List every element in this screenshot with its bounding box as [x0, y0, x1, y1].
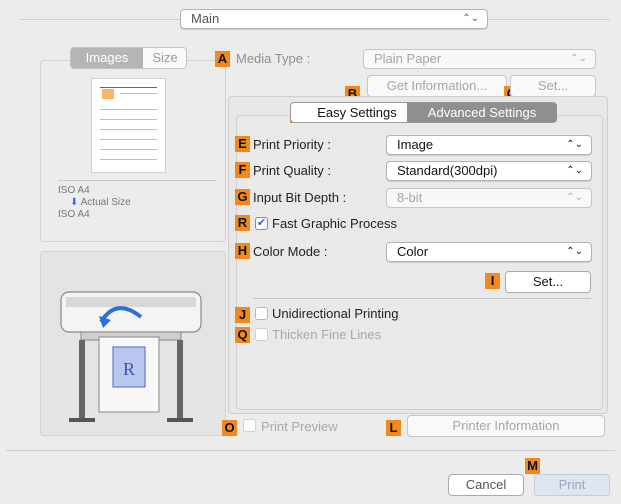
print-preview-checkbox[interactable]: [243, 419, 256, 432]
badge-j: J: [235, 307, 250, 323]
badge-o: O: [222, 420, 237, 436]
page-thumbnail: [91, 78, 166, 173]
get-information-label: Get Information...: [386, 78, 488, 93]
thumbnail-line: [100, 119, 157, 120]
media-type-value: Plain Paper: [374, 51, 442, 66]
print-label: Print: [558, 477, 586, 492]
color-mode-value: Color: [397, 244, 429, 259]
thumbnail-line: [100, 139, 157, 140]
print-priority-select[interactable]: Image ⌃⌄: [386, 135, 592, 155]
cancel-label: Cancel: [465, 477, 507, 492]
thumbnail-line: [100, 129, 157, 130]
printer-information-button[interactable]: Printer Information: [407, 415, 605, 437]
select-arrows-icon: ⌃⌄: [566, 192, 583, 203]
thumbnail-line: [100, 159, 157, 160]
input-bit-depth-select[interactable]: 8-bit ⌃⌄: [386, 188, 592, 208]
fast-graphic-checkbox[interactable]: ✔: [255, 217, 268, 230]
color-mode-label: Color Mode :: [253, 244, 328, 259]
thumbnail-line: [100, 109, 157, 110]
thumbnail-image-icon: [102, 89, 114, 99]
print-priority-value: Image: [397, 137, 434, 152]
unidirectional-checkbox[interactable]: [255, 307, 268, 320]
badge-i: I: [485, 273, 500, 289]
print-quality-select[interactable]: Standard(300dpi) ⌃⌄: [386, 161, 592, 181]
print-quality-value: Standard(300dpi): [397, 163, 498, 178]
preview-divider: [58, 180, 216, 181]
size-from-label: ISO A4: [58, 185, 90, 196]
badge-m: M: [525, 458, 540, 474]
print-quality-label: Print Quality :: [253, 163, 332, 178]
print-priority-label: Print Priority :: [253, 137, 332, 152]
media-set-label: Set...: [537, 78, 569, 93]
actual-size-row: ⬇ Actual Size: [70, 197, 131, 208]
print-preview-label: Print Preview: [261, 419, 338, 434]
select-arrows-icon: ⌃⌄: [462, 13, 479, 24]
media-type-select[interactable]: Plain Paper ⌃⌄: [363, 49, 596, 69]
arrow-down-icon: ⬇: [70, 197, 79, 208]
media-type-label: Media Type :: [236, 51, 311, 66]
cancel-button[interactable]: Cancel: [448, 474, 524, 496]
input-bit-depth-value: 8-bit: [397, 190, 423, 205]
unidirectional-label: Unidirectional Printing: [272, 306, 399, 321]
badge-h: H: [235, 243, 250, 259]
tab-advanced-settings[interactable]: Advanced Settings: [407, 103, 557, 122]
tab-easy-settings[interactable]: Easy Settings: [307, 103, 407, 122]
tab-advanced-label: Advanced Settings: [427, 105, 537, 120]
tab-easy-label: Easy Settings: [317, 105, 397, 120]
get-information-button[interactable]: Get Information...: [367, 75, 507, 97]
badge-r: R: [235, 215, 250, 231]
thumbnail-line: [100, 149, 157, 150]
input-bit-depth-label: Input Bit Depth :: [253, 190, 347, 205]
settings-inner-border: [236, 115, 603, 410]
settings-tab-bar: Easy Settings Advanced Settings: [290, 102, 557, 123]
thumbnail-line: [100, 87, 157, 88]
color-set-label: Set...: [532, 274, 564, 289]
main-select-value: Main: [191, 11, 220, 26]
footer-divider: [6, 450, 615, 451]
select-arrows-icon: ⌃⌄: [566, 246, 583, 257]
main-select[interactable]: Main ⌃⌄: [180, 9, 488, 29]
select-arrows-icon: ⌃⌄: [570, 53, 587, 64]
size-to-label: ISO A4: [58, 209, 90, 220]
thicken-lines-checkbox[interactable]: [255, 328, 268, 341]
media-set-button[interactable]: Set...: [510, 75, 596, 97]
badge-e: E: [235, 136, 250, 152]
select-arrows-icon: ⌃⌄: [566, 139, 583, 150]
color-set-button[interactable]: Set...: [505, 271, 591, 293]
actual-size-label: Actual Size: [80, 197, 131, 208]
svg-text:R: R: [123, 359, 135, 379]
settings-divider: [253, 298, 591, 299]
tab-images-label: Images: [85, 50, 129, 65]
left-tab-bar: Images Size: [70, 47, 187, 69]
top-divider-right: [488, 19, 610, 20]
thumbnail-line: [120, 93, 157, 94]
badge-q: Q: [235, 327, 250, 343]
select-arrows-icon: ⌃⌄: [566, 165, 583, 176]
print-button[interactable]: Print: [534, 474, 610, 496]
printer-icon: R: [60, 291, 202, 422]
fast-graphic-label: Fast Graphic Process: [272, 216, 397, 231]
color-mode-select[interactable]: Color ⌃⌄: [386, 242, 592, 262]
badge-f: F: [235, 162, 250, 178]
thicken-lines-label: Thicken Fine Lines: [272, 327, 382, 342]
printer-information-label: Printer Information: [452, 418, 560, 433]
tab-size[interactable]: Size: [143, 48, 187, 68]
printer-illustration-panel: R: [40, 251, 226, 436]
tab-size-label: Size: [152, 50, 178, 65]
badge-g: G: [235, 189, 250, 205]
top-divider-left: [20, 19, 180, 20]
badge-a: A: [215, 51, 230, 67]
badge-l: L: [386, 420, 401, 436]
tab-images[interactable]: Images: [71, 48, 143, 68]
